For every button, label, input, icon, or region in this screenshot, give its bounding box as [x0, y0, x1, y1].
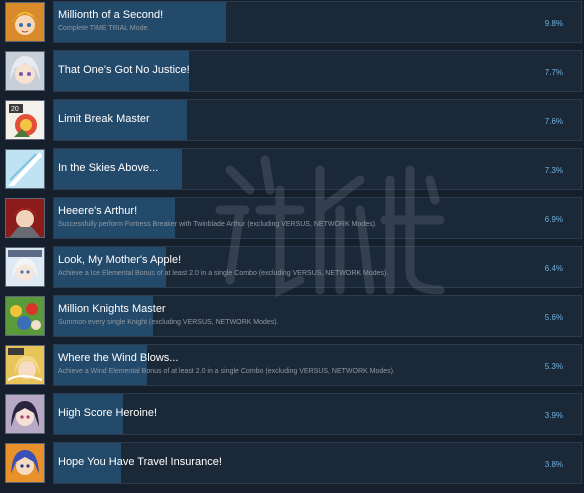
achievement-panel: Limit Break Master 7.6%	[53, 99, 582, 141]
achievement-title: Where the Wind Blows...	[58, 352, 179, 364]
blue-hair-heroine-icon	[5, 443, 45, 483]
achievement-panel: Hope You Have Travel Insurance! 3.8%	[53, 442, 582, 484]
achievement-panel: Where the Wind Blows... Achieve a Wind E…	[53, 344, 582, 386]
combo-badge-icon: 20	[5, 100, 45, 140]
achievement-row[interactable]: Hope You Have Travel Insurance! 3.8%	[0, 441, 584, 488]
arthur-red-knight-icon	[5, 198, 45, 238]
wind-heroine-icon	[5, 345, 45, 385]
achievement-description: Summon every single Knight (excluding VE…	[58, 319, 279, 326]
svg-text:20: 20	[11, 106, 19, 113]
sky-slash-icon	[5, 149, 45, 189]
achievement-title: Heeere's Arthur!	[58, 205, 138, 217]
achievement-panel: Millionth of a Second! Complete TIME TRI…	[53, 1, 582, 43]
unlock-percent: 5.3%	[544, 362, 563, 371]
achievement-panel: Look, My Mother's Apple! Achieve a Ice E…	[53, 246, 582, 288]
unlock-percent: 3.8%	[544, 460, 563, 469]
achievement-panel: Million Knights Master Summon every sing…	[53, 295, 582, 337]
unlock-percent: 5.6%	[544, 313, 563, 322]
achievement-description: Successfully perform Fortress Breaker wi…	[58, 221, 377, 228]
achievement-title: Look, My Mother's Apple!	[58, 254, 182, 266]
achievement-panel: That One's Got No Justice! 7.7%	[53, 50, 582, 92]
achievement-row[interactable]: Look, My Mother's Apple! Achieve a Ice E…	[0, 245, 584, 292]
progress-bar	[54, 296, 153, 336]
achievement-description: Achieve a Ice Elemental Bonus of at leas…	[58, 270, 389, 277]
achievement-panel: High Score Heroine! 3.9%	[53, 393, 582, 435]
knights-group-icon	[5, 296, 45, 336]
unlock-percent: 6.9%	[544, 215, 563, 224]
ice-heroine-icon	[5, 247, 45, 287]
progress-bar	[54, 247, 167, 287]
unlock-percent: 7.7%	[544, 68, 563, 77]
unlock-percent: 9.8%	[544, 19, 563, 28]
unlock-percent: 7.6%	[544, 117, 563, 126]
achievement-row[interactable]: Millionth of a Second! Complete TIME TRI…	[0, 0, 584, 47]
unlock-percent: 7.3%	[544, 166, 563, 175]
achievement-panel: Heeere's Arthur! Successfully perform Fo…	[53, 197, 582, 239]
achievement-title: High Score Heroine!	[58, 407, 158, 419]
achievement-row[interactable]: In the Skies Above... 7.3%	[0, 147, 584, 194]
achievement-row[interactable]: Million Knights Master Summon every sing…	[0, 294, 584, 341]
progress-bar	[54, 345, 148, 385]
unlock-percent: 3.9%	[544, 411, 563, 420]
dark-hair-heroine-icon	[5, 394, 45, 434]
achievement-description: Achieve a Wind Elemental Bonus of at lea…	[58, 368, 395, 375]
achievement-list: Millionth of a Second! Complete TIME TRI…	[0, 0, 584, 493]
progress-bar	[54, 2, 227, 42]
achievement-panel: In the Skies Above... 7.3%	[53, 148, 582, 190]
achievement-row[interactable]: High Score Heroine! 3.9%	[0, 392, 584, 439]
progress-bar	[54, 198, 176, 238]
achievement-description: Complete TIME TRIAL Mode.	[58, 25, 150, 32]
achievement-title: Limit Break Master	[58, 113, 150, 125]
anime-heroine-silver-hair-icon	[5, 51, 45, 91]
achievement-title: Million Knights Master	[58, 303, 166, 315]
achievement-title: That One's Got No Justice!	[58, 64, 190, 76]
anime-heroine-blonde-icon	[5, 2, 45, 42]
achievement-row[interactable]: Where the Wind Blows... Achieve a Wind E…	[0, 343, 584, 390]
achievement-row[interactable]: 20 Limit Break Master 7.6%	[0, 98, 584, 145]
achievement-row[interactable]: That One's Got No Justice! 7.7%	[0, 49, 584, 96]
achievement-title: In the Skies Above...	[58, 162, 159, 174]
unlock-percent: 6.4%	[544, 264, 563, 273]
achievement-title: Hope You Have Travel Insurance!	[58, 456, 222, 468]
achievement-title: Millionth of a Second!	[58, 9, 164, 21]
achievement-row[interactable]: Heeere's Arthur! Successfully perform Fo…	[0, 196, 584, 243]
